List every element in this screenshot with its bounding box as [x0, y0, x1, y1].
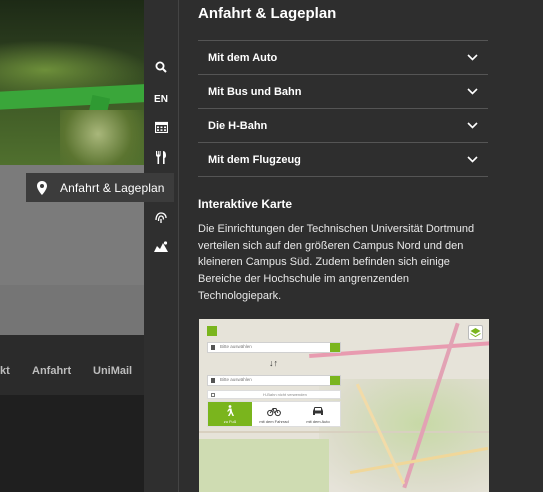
accordion-item-flugzeug[interactable]: Mit dem Flugzeug	[198, 143, 488, 177]
route-to-field[interactable]: Bitte auswählen	[207, 375, 341, 386]
mode-bike[interactable]: mit dem Fahrrad	[252, 402, 296, 426]
search-icon	[155, 61, 167, 73]
map-pin-icon	[37, 180, 47, 195]
accordion-label: Mit Bus und Bahn	[208, 85, 302, 98]
panel-title: Anfahrt & Lageplan	[198, 5, 337, 22]
hbahn-label: H-Bahn nicht verwenden	[263, 392, 307, 397]
mode-walk-label: zu Fuß	[223, 419, 237, 424]
route-planner: Bitte auswählen ↓↑ Bitte auswählen H-Bah…	[207, 339, 341, 449]
route-from-go[interactable]	[330, 343, 340, 352]
mode-car[interactable]: mit dem Auto	[296, 402, 340, 426]
tooltip-label: Anfahrt & Lageplan	[60, 180, 165, 195]
map-button[interactable]	[144, 237, 178, 257]
mode-bike-label: mit dem Fahrrad	[259, 419, 289, 424]
accordion-label: Mit dem Flugzeug	[208, 153, 301, 166]
pin-icon	[211, 345, 215, 350]
footer-nav: kt Anfahrt UniMail	[0, 335, 150, 395]
language-label: EN	[154, 93, 168, 105]
chevron-down-icon	[467, 88, 478, 95]
map-menu-button[interactable]	[207, 326, 217, 336]
car-icon	[313, 407, 323, 415]
background-page: kt Anfahrt UniMail	[0, 0, 150, 492]
calendar-button[interactable]	[144, 117, 178, 137]
route-to-placeholder: Bitte auswählen	[220, 377, 252, 382]
accordion-item-bus-bahn[interactable]: Mit Bus und Bahn	[198, 75, 488, 109]
fingerprint-icon	[155, 212, 167, 223]
hbahn-checkbox[interactable]	[211, 393, 215, 397]
language-switch[interactable]: EN	[144, 89, 178, 109]
bicycle-icon	[267, 408, 281, 417]
swap-icon[interactable]: ↓↑	[269, 358, 278, 368]
footer-link-anfahrt[interactable]: Anfahrt	[32, 365, 71, 377]
footer-link[interactable]: kt	[0, 365, 10, 377]
route-from-field[interactable]: Bitte auswählen	[207, 342, 341, 353]
map-heading: Interaktive Karte	[198, 197, 293, 211]
icon-rail: EN	[144, 0, 179, 492]
footer	[0, 395, 150, 492]
map-description: Die Einrichtungen der Technischen Univer…	[198, 223, 475, 302]
cutlery-icon	[156, 150, 166, 164]
directions-accordion: Mit dem Auto Mit Bus und Bahn Die H-Bahn…	[198, 40, 488, 177]
mode-walk[interactable]: zu Fuß	[208, 402, 252, 426]
flag-icon	[211, 378, 215, 383]
walking-icon	[227, 405, 234, 416]
travel-mode-selector: zu Fuß mit dem Fahrrad mit dem Auto	[207, 401, 341, 427]
layers-icon	[470, 328, 481, 338]
route-to-go[interactable]	[330, 376, 340, 385]
footer-link-unimail[interactable]: UniMail	[93, 365, 132, 377]
chevron-down-icon	[467, 156, 478, 163]
mensa-button[interactable]	[144, 147, 178, 167]
chevron-down-icon	[467, 54, 478, 61]
hbahn-option[interactable]: H-Bahn nicht verwenden	[207, 390, 341, 399]
map-layers-button[interactable]	[468, 325, 483, 340]
fingerprint-button[interactable]	[144, 207, 178, 227]
route-from-placeholder: Bitte auswählen	[220, 344, 252, 349]
map-icon	[154, 241, 168, 252]
rail-tooltip: Anfahrt & Lageplan	[26, 173, 174, 202]
accordion-item-h-bahn[interactable]: Die H-Bahn	[198, 109, 488, 143]
mode-car-label: mit dem Auto	[306, 419, 330, 424]
accordion-item-auto[interactable]: Mit dem Auto	[198, 41, 488, 75]
chevron-down-icon	[467, 122, 478, 129]
accordion-label: Mit dem Auto	[208, 51, 278, 64]
calendar-icon	[154, 121, 168, 133]
search-button[interactable]	[144, 57, 178, 77]
header-photo	[0, 0, 150, 170]
interactive-map[interactable]: Bitte auswählen ↓↑ Bitte auswählen H-Bah…	[199, 319, 489, 492]
accordion-label: Die H-Bahn	[208, 119, 268, 132]
